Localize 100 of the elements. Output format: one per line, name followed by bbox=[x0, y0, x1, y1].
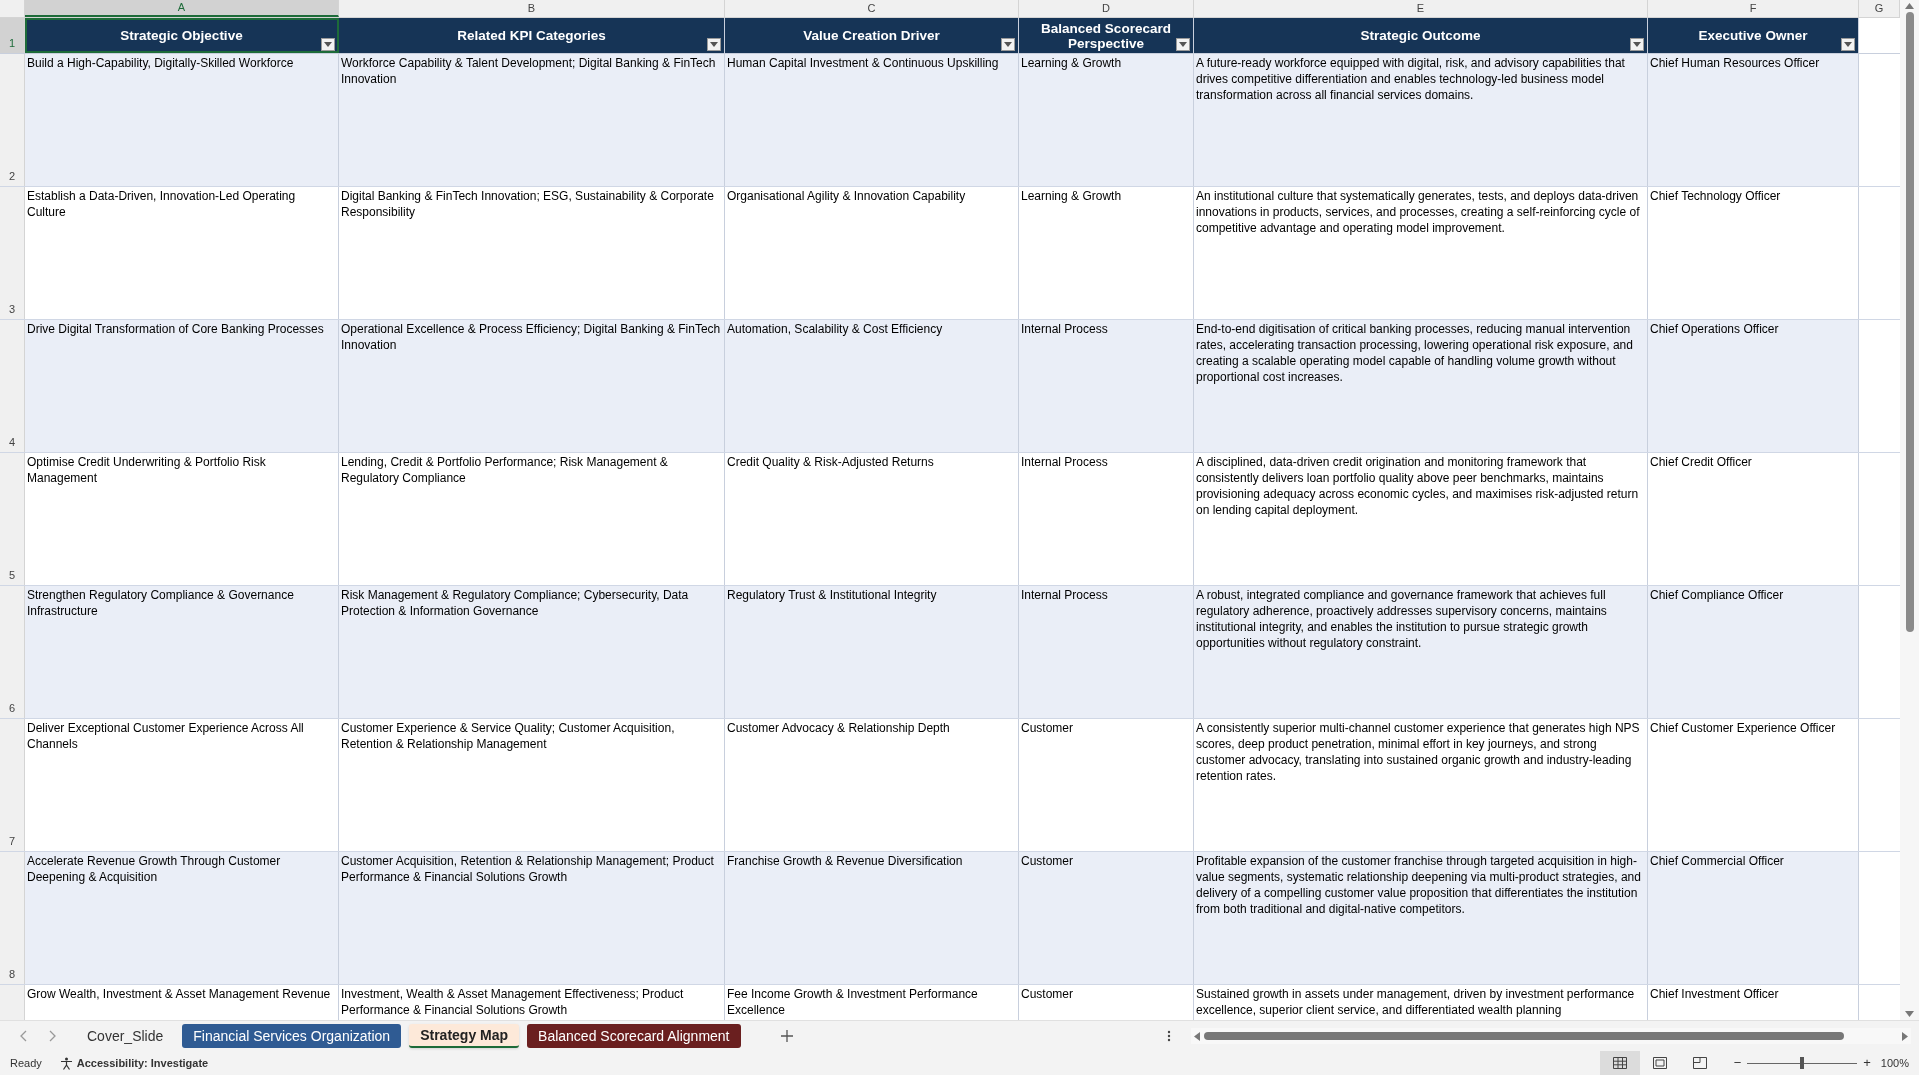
table-cell: Optimise Credit Underwriting & Portfolio Risk Management bbox=[25, 453, 339, 585]
header-cell: Balanced Scorecard Perspective bbox=[1019, 18, 1194, 53]
filter-dropdown[interactable] bbox=[1841, 38, 1855, 51]
table-cell: Learning & Growth bbox=[1019, 187, 1194, 319]
table-cell: Chief Human Resources Officer bbox=[1648, 54, 1859, 186]
row-header[interactable]: 4 bbox=[0, 320, 25, 452]
table-cell: Human Capital Investment & Continuous Upskilling bbox=[725, 54, 1019, 186]
vertical-scrollbar[interactable] bbox=[1900, 0, 1919, 1020]
table-cell: Customer bbox=[1019, 985, 1194, 1020]
table-cell: Digital Banking & FinTech Innovation; ESG, Sustainability & Corporate Responsibility bbox=[339, 187, 725, 319]
scroll-left-icon[interactable] bbox=[1194, 1031, 1200, 1041]
table-cell: Chief Operations Officer bbox=[1648, 320, 1859, 452]
table-cell: Chief Investment Officer bbox=[1648, 985, 1859, 1020]
table-cell: Chief Customer Experience Officer bbox=[1648, 719, 1859, 851]
header-cell: Value Creation Driver bbox=[725, 18, 1019, 53]
table-cell: A consistently superior multi-channel customer experience that generates high NPS scores, deep product penetration, minimal effort in key journeys, and strong customer advocacy, translating into sustained organic growth and industry-leading retention rates. bbox=[1194, 719, 1648, 851]
table-cell: Establish a Data-Driven, Innovation-Led Operating Culture bbox=[25, 187, 339, 319]
table-cell: Build a High-Capability, Digitally-Skilled Workforce bbox=[25, 54, 339, 186]
table-cell: Chief Technology Officer bbox=[1648, 187, 1859, 319]
row-header[interactable]: 3 bbox=[0, 187, 25, 319]
table-cell: Chief Compliance Officer bbox=[1648, 586, 1859, 718]
sheet-tab[interactable]: Balanced Scorecard Alignment bbox=[527, 1024, 741, 1048]
scroll-up-icon[interactable] bbox=[1905, 3, 1914, 9]
row-header[interactable]: 1 bbox=[0, 18, 25, 53]
previous-sheet-icon[interactable] bbox=[20, 1030, 28, 1042]
row-header[interactable]: 2 bbox=[0, 54, 25, 186]
header-cell: Related KPI Categories bbox=[339, 18, 725, 53]
table-cell: Strengthen Regulatory Compliance & Governance Infrastructure bbox=[25, 586, 339, 718]
filter-dropdown[interactable] bbox=[1001, 38, 1015, 51]
header-cell: Executive Owner bbox=[1648, 18, 1859, 53]
filter-dropdown[interactable] bbox=[707, 38, 721, 51]
table-cell: A disciplined, data-driven credit origination and monitoring framework that consistently delivers loan portfolio quality above peer benchmarks, maintains provisioning adequacy across economic cycles, and maximises risk-adjusted return on lending capital deployment. bbox=[1194, 453, 1648, 585]
table-cell: Grow Wealth, Investment & Asset Management Revenue bbox=[25, 985, 339, 1020]
table-cell: Learning & Growth bbox=[1019, 54, 1194, 186]
more-options-icon[interactable] bbox=[1167, 1030, 1171, 1042]
sheet-tab[interactable]: Financial Services Organization bbox=[182, 1024, 402, 1048]
view-button[interactable] bbox=[1599, 1051, 1640, 1075]
table-cell: Risk Management & Regulatory Compliance; Cybersecurity, Data Protection & Information Governance bbox=[339, 586, 725, 718]
table-cell: Sustained growth in assets under management, driven by investment performance excellence, superior client service, and differentiated wealth planning bbox=[1194, 985, 1648, 1020]
table-cell: End-to-end digitisation of critical banking processes, reducing manual intervention rates, accelerating transaction processing, lowering operational risk exposure, and creating a scalable operating model capable of handling volume growth without proportional cost increases. bbox=[1194, 320, 1648, 452]
caret-icon bbox=[710, 42, 718, 47]
table-cell: Customer bbox=[1019, 719, 1194, 851]
column-header[interactable]: E bbox=[1194, 0, 1648, 17]
table-cell: An institutional culture that systematically generates, tests, and deploys data-driven innovations in products, services, and processes, creating a self-reinforcing cycle of competitive advantage and operating model improvement. bbox=[1194, 187, 1648, 319]
row-header[interactable]: 5 bbox=[0, 453, 25, 585]
table-cell: Profitable expansion of the customer franchise through targeted acquisition in high-value segments, systematic relationship deepening via multi-product strategies, and delivery of a compelling customer value proposition that differentiates the institution from both traditional and digital-native competitors. bbox=[1194, 852, 1648, 984]
header-cell: Strategic Outcome bbox=[1194, 18, 1648, 53]
column-header[interactable]: A bbox=[25, 0, 339, 17]
zoom-in-button[interactable]: + bbox=[1863, 1053, 1871, 1073]
row-header[interactable]: 7 bbox=[0, 719, 25, 851]
table-cell: Deliver Exceptional Customer Experience Across All Channels bbox=[25, 719, 339, 851]
add-sheet-icon[interactable] bbox=[780, 1030, 793, 1042]
table-cell: Workforce Capability & Talent Development; Digital Banking & FinTech Innovation bbox=[339, 54, 725, 186]
accessibility-button[interactable]: Accessibility: Investigate bbox=[59, 1054, 209, 1072]
filter-dropdown[interactable] bbox=[1176, 38, 1190, 51]
sheet-tab[interactable]: Cover_Slide bbox=[76, 1024, 175, 1048]
table-cell: Organisational Agility & Innovation Capability bbox=[725, 187, 1019, 319]
table-cell: A robust, integrated compliance and governance framework that achieves full regulatory adherence, proactively addresses supervisory concerns, maintains institutional integrity, and enables the institution to pursue strategic growth opportunities without regulatory constraint. bbox=[1194, 586, 1648, 718]
table-cell: Franchise Growth & Revenue Diversification bbox=[725, 852, 1019, 984]
zoom-slider[interactable] bbox=[1747, 1057, 1858, 1069]
table-cell: Customer Experience & Service Quality; Customer Acquisition, Retention & Relationship Management bbox=[339, 719, 725, 851]
table-cell: Internal Process bbox=[1019, 320, 1194, 452]
column-header[interactable]: C bbox=[725, 0, 1019, 17]
table-cell: Credit Quality & Risk-Adjusted Returns bbox=[725, 453, 1019, 585]
sheet-tab[interactable]: Strategy Map bbox=[409, 1024, 520, 1048]
scroll-right-icon[interactable] bbox=[1902, 1031, 1908, 1041]
caret-icon bbox=[324, 42, 332, 47]
filter-dropdown[interactable] bbox=[321, 38, 335, 51]
horizontal-scrollbar[interactable] bbox=[1191, 1028, 1911, 1044]
grid-view-icon bbox=[1612, 1057, 1627, 1069]
header-cell: Strategic Objective bbox=[25, 18, 339, 53]
page-break-icon bbox=[1692, 1057, 1707, 1069]
filter-dropdown[interactable] bbox=[1630, 38, 1644, 51]
table-cell: Customer bbox=[1019, 852, 1194, 984]
slider-thumb[interactable] bbox=[1800, 1057, 1805, 1069]
table-cell: Accelerate Revenue Growth Through Customer Deepening & Acquisition bbox=[25, 852, 339, 984]
row-header[interactable]: 8 bbox=[0, 852, 25, 984]
table-cell: Customer Acquisition, Retention & Relationship Management; Product Performance & Financial Solutions Growth bbox=[339, 852, 725, 984]
caret-icon bbox=[1004, 42, 1012, 47]
scroll-down-icon[interactable] bbox=[1905, 1011, 1914, 1017]
table-cell: Chief Commercial Officer bbox=[1648, 852, 1859, 984]
next-sheet-icon[interactable] bbox=[48, 1030, 56, 1042]
zoom-percentage: 100% bbox=[1880, 1055, 1909, 1071]
column-header[interactable]: F bbox=[1648, 0, 1859, 17]
table-cell: Regulatory Trust & Institutional Integrity bbox=[725, 586, 1019, 718]
caret-icon bbox=[1179, 42, 1187, 47]
table-cell: Chief Credit Officer bbox=[1648, 453, 1859, 585]
table-cell: Fee Income Growth & Investment Performance Excellence bbox=[725, 985, 1019, 1020]
row-header[interactable]: 6 bbox=[0, 586, 25, 718]
table-cell: Drive Digital Transformation of Core Banking Processes bbox=[25, 320, 339, 452]
table-cell: Internal Process bbox=[1019, 586, 1194, 718]
table-cell: Internal Process bbox=[1019, 453, 1194, 585]
accessibility-icon bbox=[59, 1056, 73, 1070]
table-cell: Lending, Credit & Portfolio Performance; Risk Management & Regulatory Compliance bbox=[339, 453, 725, 585]
table-cell: Automation, Scalability & Cost Efficiency bbox=[725, 320, 1019, 452]
column-header[interactable]: D bbox=[1019, 0, 1194, 17]
zoom-out-button[interactable]: − bbox=[1733, 1053, 1742, 1073]
caret-icon bbox=[1633, 42, 1641, 47]
caret-icon bbox=[1844, 42, 1852, 47]
column-header[interactable]: B bbox=[339, 0, 725, 17]
